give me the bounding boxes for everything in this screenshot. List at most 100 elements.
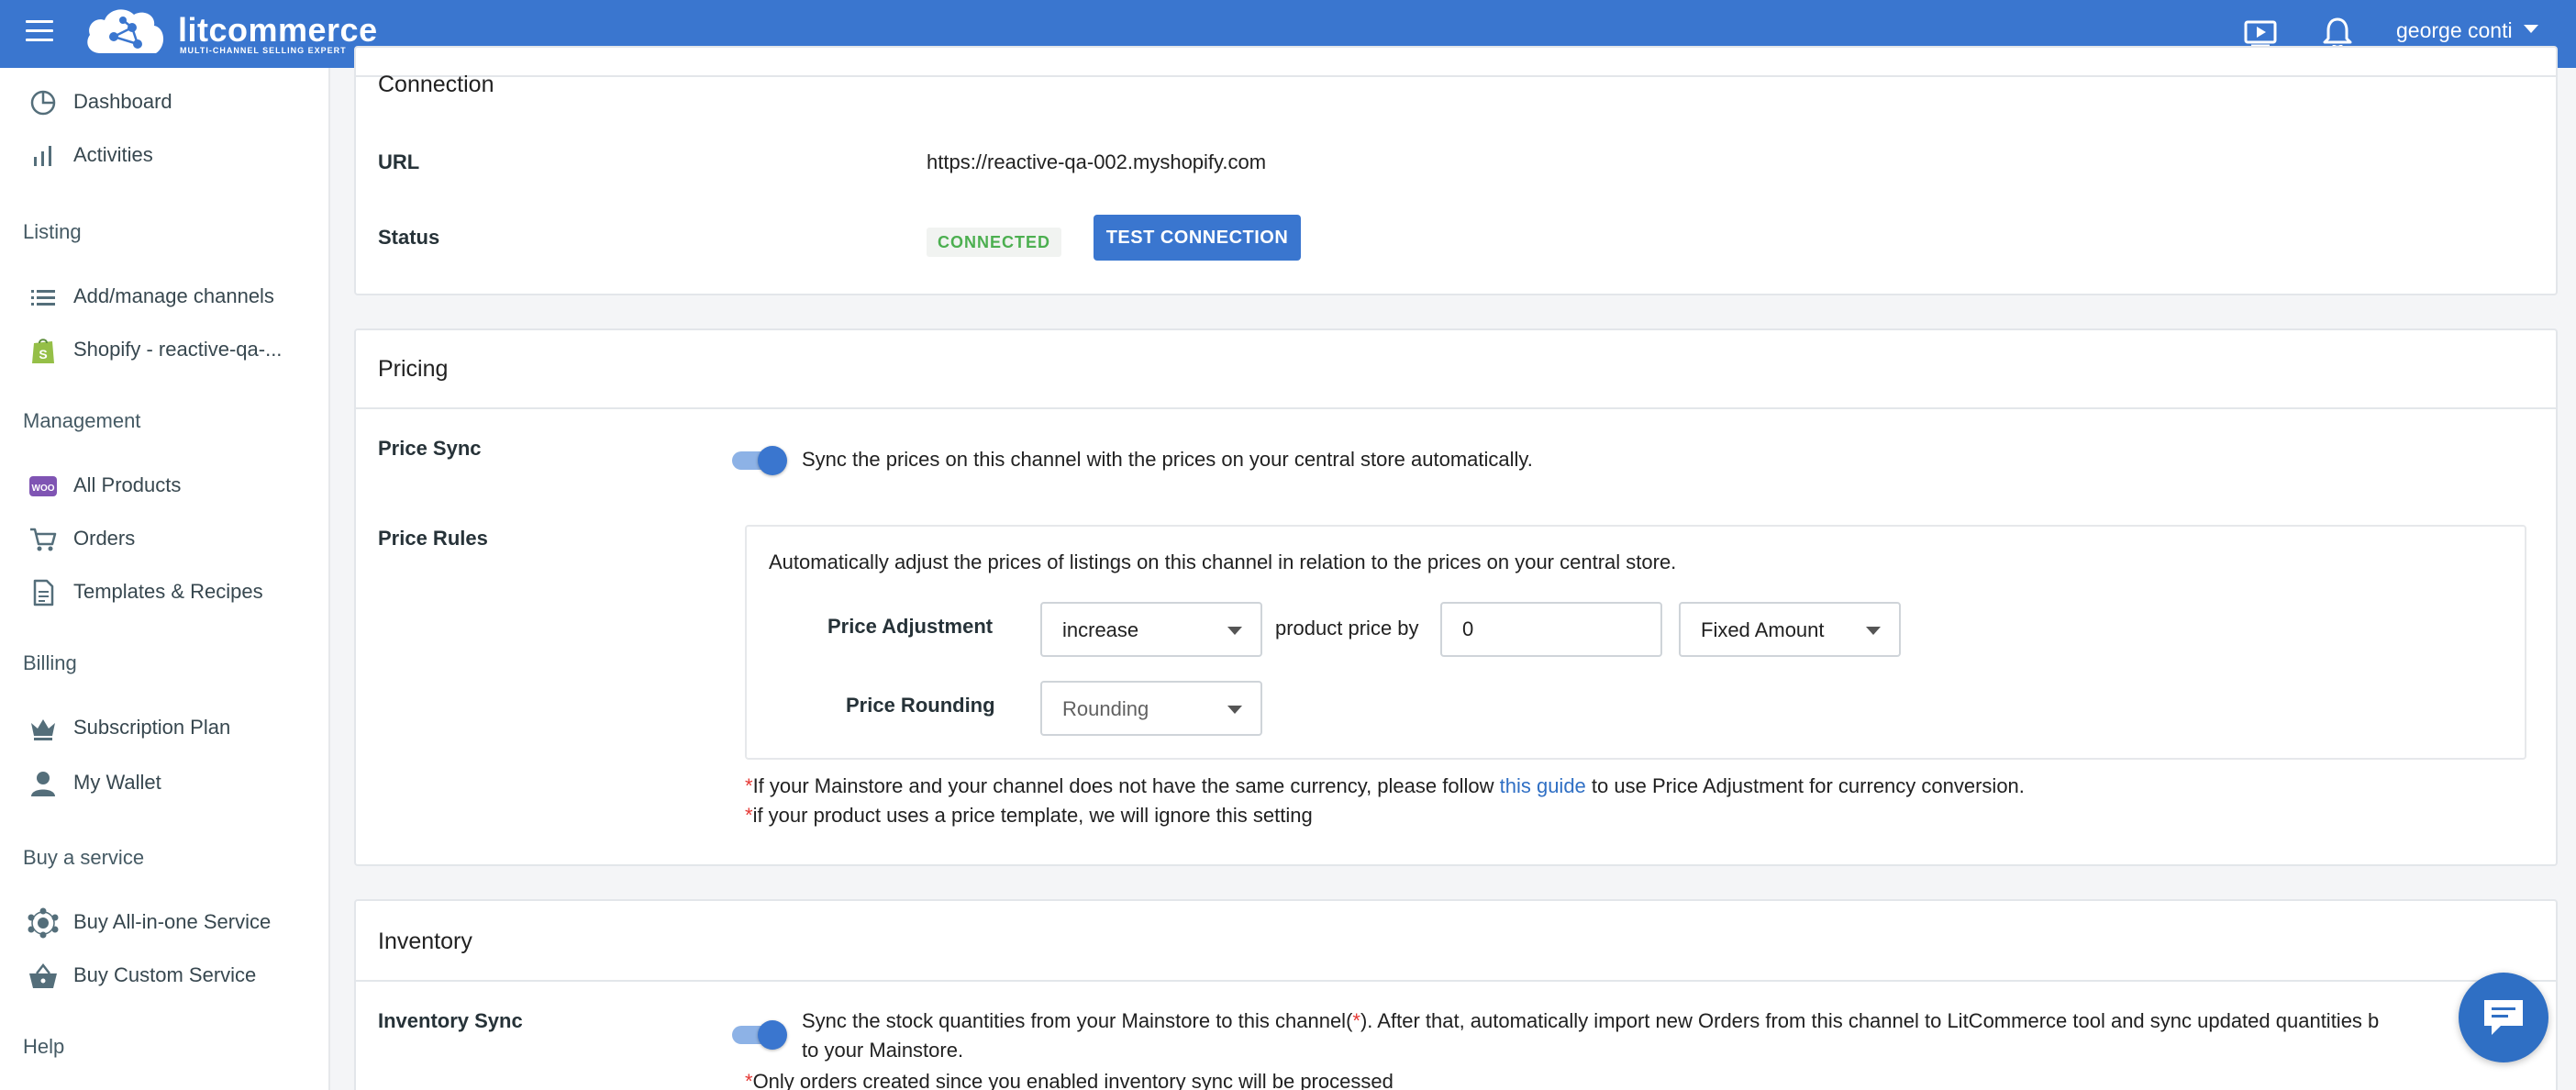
chevron-down-icon: [1866, 627, 1881, 635]
document-icon: [33, 579, 54, 606]
sidebar-item-label: Add/manage channels: [73, 284, 274, 307]
sidebar-section-billing: Billing: [23, 651, 77, 674]
inventory-title: Inventory: [378, 929, 472, 954]
currency-note: *If your Mainstore and your channel does…: [745, 774, 2025, 798]
connection-title: Connection: [378, 72, 494, 97]
sidebar-item-all-products[interactable]: WOO All Products: [0, 461, 328, 508]
sidebar-item-add-manage-channels[interactable]: Add/manage channels: [0, 272, 328, 319]
bar-chart-icon: [34, 146, 51, 166]
chat-button[interactable]: [2459, 973, 2548, 1062]
currency-note-text: If your Mainstore and your channel does …: [752, 774, 1500, 797]
sidebar-item-orders[interactable]: Orders: [0, 514, 328, 562]
chevron-down-icon: [2523, 25, 2538, 34]
price-template-note-text: if your product uses a price template, w…: [752, 804, 1313, 827]
network-icon: [28, 907, 59, 939]
sidebar-item-label: Orders: [73, 527, 136, 550]
price-adjustment-direction-value: increase: [1062, 618, 1139, 641]
price-adjustment-direction-select[interactable]: increase: [1040, 602, 1262, 657]
price-adjustment-label: Price Adjustment: [827, 615, 994, 638]
inventory-sync-description-line2: to your Mainstore.: [802, 1039, 964, 1062]
url-value: https://reactive-qa-002.myshopify.com: [927, 150, 1267, 173]
inventory-note: *Only orders created since you enabled i…: [745, 1070, 1393, 1090]
price-template-note: *if your product uses a price template, …: [745, 804, 1313, 828]
sidebar-item-label: Subscription Plan: [73, 716, 231, 739]
brand-name: litcommerce: [178, 11, 378, 49]
required-asterisk: *: [1352, 1009, 1360, 1032]
brand-tagline: MULTI-CHANNEL SELLING EXPERT: [180, 46, 347, 55]
price-adjustment-value-input[interactable]: [1440, 602, 1662, 657]
price-sync-label: Price Sync: [378, 437, 482, 460]
inventory-card: Inventory Inventory Sync Sync the stock …: [354, 899, 2558, 1090]
person-icon: [31, 772, 55, 796]
sidebar-section-listing: Listing: [23, 220, 82, 243]
currency-note-text-end: to use Price Adjustment for currency con…: [1585, 774, 2025, 797]
inventory-sync-label: Inventory Sync: [378, 1009, 523, 1032]
sidebar-section-management: Management: [23, 409, 141, 432]
connection-card: Connection URL https://reactive-qa-002.m…: [354, 46, 2558, 295]
sidebar-item-label: My Wallet: [73, 771, 161, 794]
menu-icon[interactable]: [26, 20, 53, 44]
required-asterisk: *: [745, 1070, 753, 1090]
test-connection-button[interactable]: TEST CONNECTION: [1094, 215, 1301, 261]
status-label: Status: [378, 226, 440, 249]
connection-card-header: [356, 48, 2556, 77]
crown-icon: [31, 719, 55, 740]
chat-icon: [2484, 1000, 2523, 1035]
chevron-down-icon: [1227, 627, 1242, 635]
price-sync-description: Sync the prices on this channel with the…: [802, 448, 1533, 471]
inventory-sync-text-b: ). After that, automatically import new …: [1360, 1009, 2380, 1032]
sidebar-item-dashboard[interactable]: Dashboard: [0, 77, 328, 125]
required-asterisk: *: [745, 774, 753, 797]
sidebar-section-help: Help: [23, 1035, 65, 1058]
basket-icon: [29, 962, 57, 988]
sidebar-item-label: Dashboard: [73, 90, 172, 113]
sidebar-item-label: Templates & Recipes: [73, 580, 263, 603]
sidebar-item-buy-all-in-one[interactable]: Buy All-in-one Service: [0, 897, 328, 945]
svg-text:WOO: WOO: [32, 484, 55, 494]
cart-icon: [30, 528, 57, 551]
price-rules-box: Automatically adjust the prices of listi…: [745, 525, 2526, 760]
sidebar-item-activities[interactable]: Activities: [0, 130, 328, 178]
sidebar-item-my-wallet[interactable]: My Wallet: [0, 758, 328, 806]
shopify-icon: S: [32, 339, 54, 363]
sidebar-item-label: All Products: [73, 473, 182, 496]
price-adjustment-type-value: Fixed Amount: [1701, 618, 1825, 641]
required-asterisk: *: [745, 804, 753, 827]
sidebar-item-label: Buy All-in-one Service: [73, 910, 272, 933]
pricing-title: Pricing: [378, 356, 449, 382]
price-rules-label: Price Rules: [378, 527, 488, 550]
svg-text:S: S: [39, 347, 47, 361]
inventory-sync-toggle[interactable]: [732, 1020, 787, 1050]
user-name: george conti: [2396, 18, 2513, 42]
user-menu[interactable]: george conti: [2396, 18, 2538, 43]
sidebar: Dashboard Activities Listing Add/manage …: [0, 68, 330, 1090]
url-label: URL: [378, 150, 420, 173]
sidebar-item-label: Buy Custom Service: [73, 963, 257, 986]
this-guide-link[interactable]: this guide: [1500, 774, 1586, 797]
sidebar-item-shopify-channel[interactable]: S Shopify - reactive-qa-...: [0, 325, 328, 373]
sidebar-item-subscription-plan[interactable]: Subscription Plan: [0, 703, 328, 751]
inventory-note-text: Only orders created since you enabled in…: [752, 1070, 1393, 1090]
product-price-by-label: product price by: [1275, 617, 1419, 640]
chevron-down-icon: [1227, 706, 1242, 714]
pricing-card: Pricing Price Sync Sync the prices on th…: [354, 328, 2558, 866]
inventory-card-header: [356, 901, 2556, 982]
price-sync-toggle[interactable]: [732, 446, 787, 475]
woo-icon: WOO: [29, 476, 57, 496]
price-adjustment-type-select[interactable]: Fixed Amount: [1679, 602, 1901, 657]
logo[interactable]: litcommerce MULTI-CHANNEL SELLING EXPERT: [83, 6, 378, 61]
sidebar-section-buy-service: Buy a service: [23, 846, 145, 869]
sidebar-item-buy-custom[interactable]: Buy Custom Service: [0, 951, 328, 998]
price-rounding-label: Price Rounding: [846, 694, 995, 717]
sidebar-item-templates-recipes[interactable]: Templates & Recipes: [0, 567, 328, 615]
pie-chart-icon: [30, 90, 56, 116]
cloud-logo-icon: [87, 9, 164, 53]
pricing-card-header: [356, 330, 2556, 409]
price-rounding-select[interactable]: Rounding: [1040, 681, 1262, 736]
sidebar-item-label: Shopify - reactive-qa-...: [73, 338, 283, 361]
sidebar-item-label: Activities: [73, 143, 153, 166]
inventory-sync-text-a: Sync the stock quantities from your Main…: [802, 1009, 1353, 1032]
status-badge: CONNECTED: [927, 228, 1062, 257]
list-icon: [31, 290, 55, 306]
price-rounding-value: Rounding: [1062, 697, 1149, 720]
